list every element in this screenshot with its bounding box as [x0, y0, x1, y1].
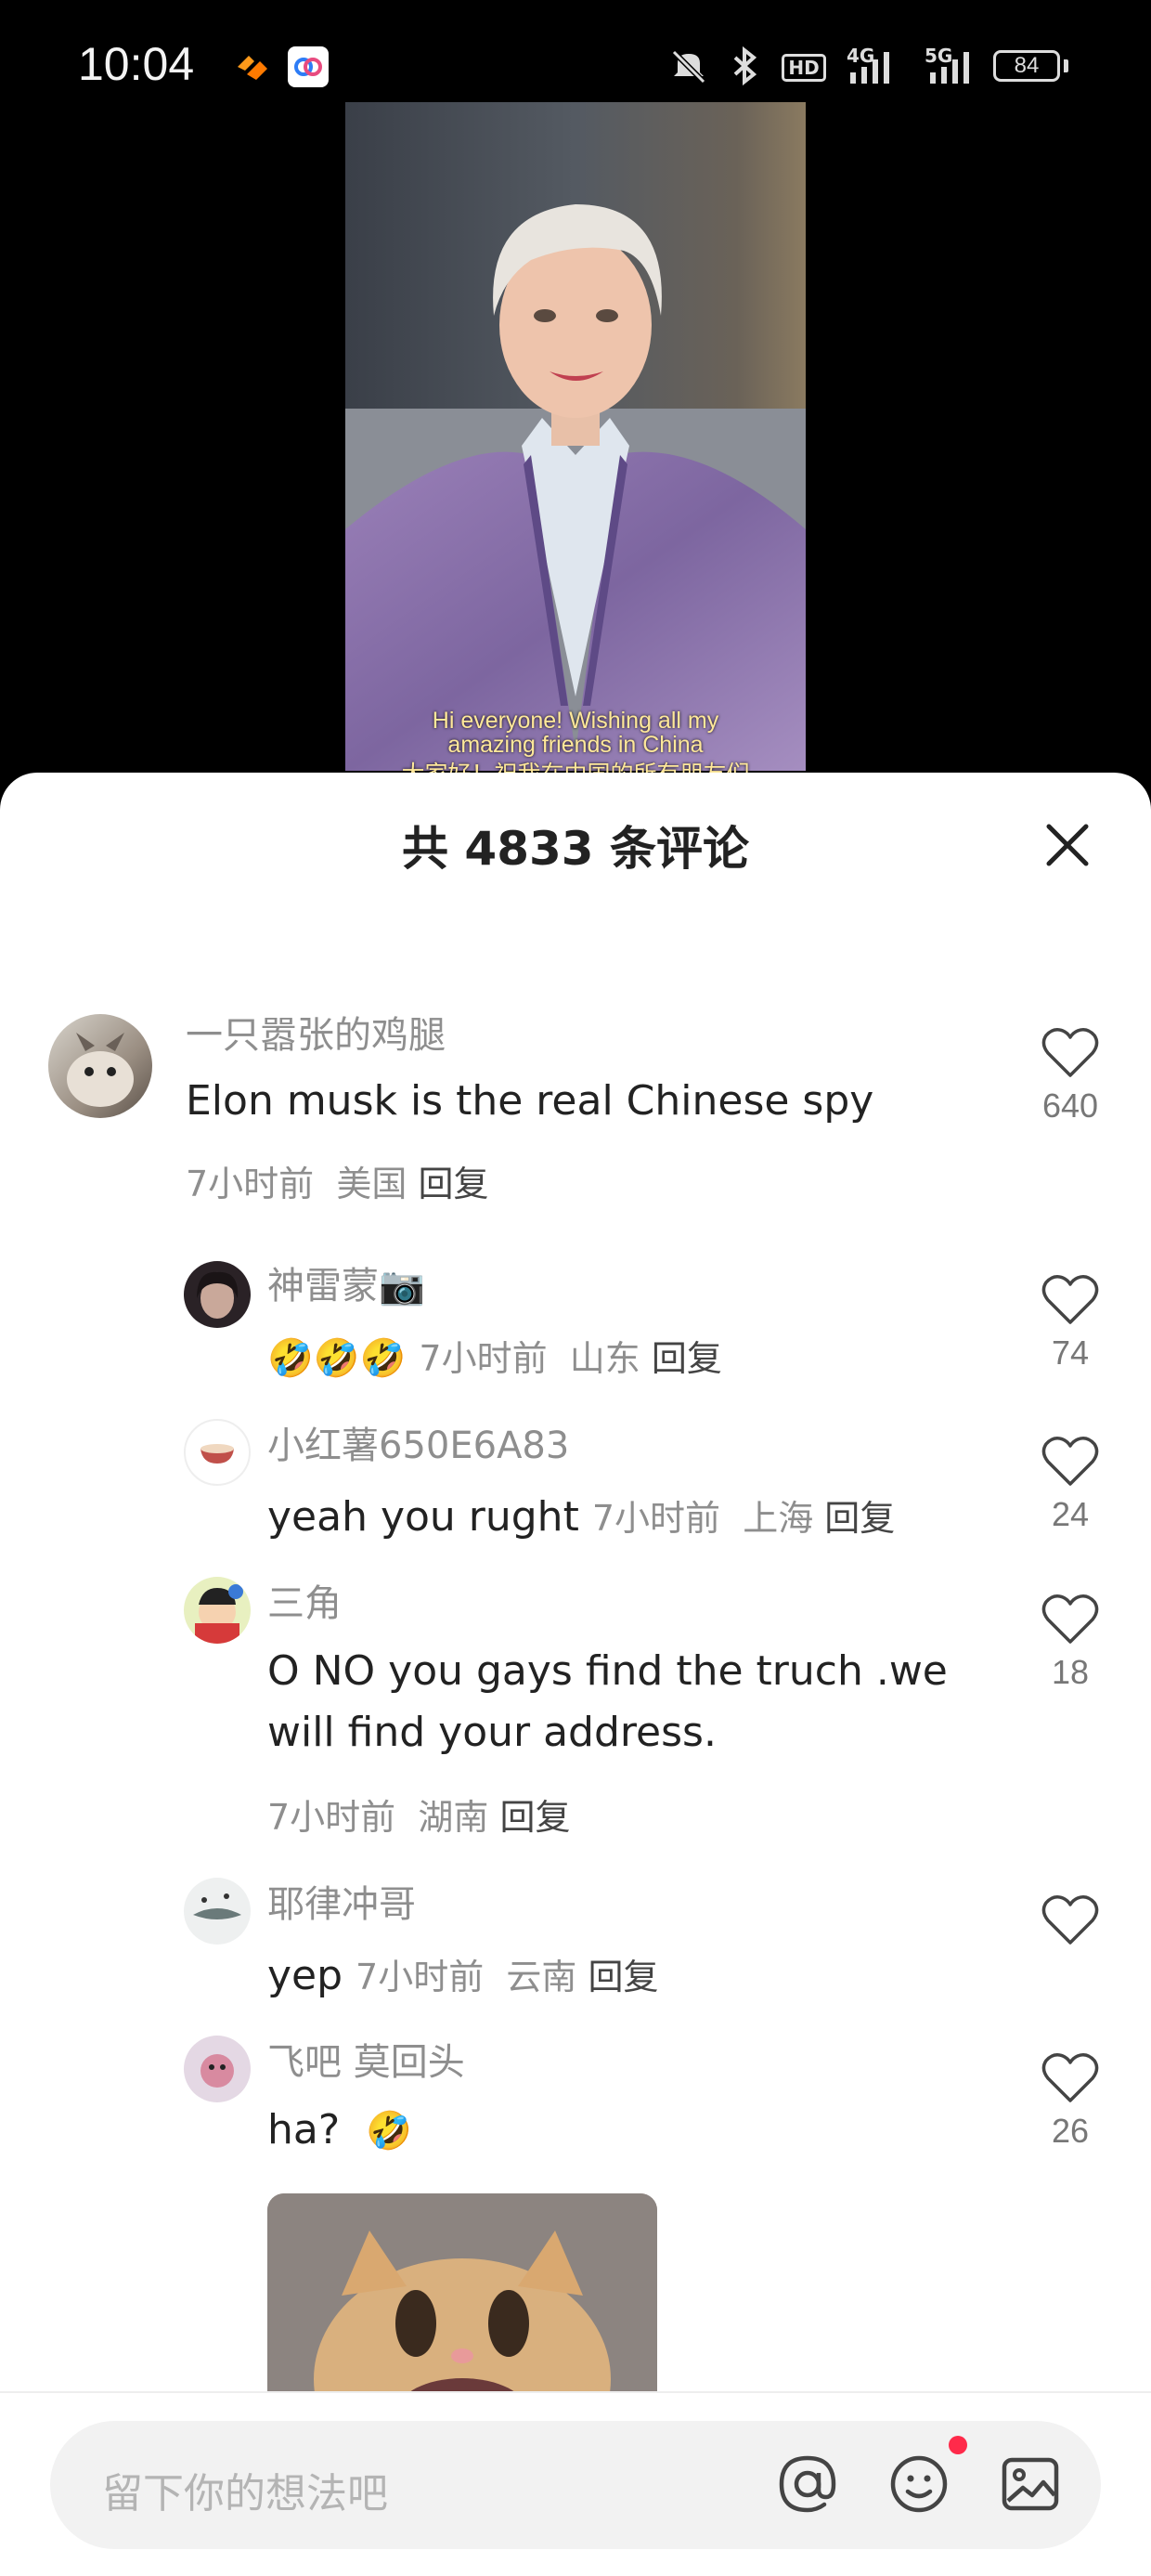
notification-dot — [949, 2436, 967, 2454]
like-count: 640 — [1041, 1086, 1099, 1125]
signal-icon-2 — [930, 52, 969, 84]
comment-input[interactable]: 留下你的想法吧 — [50, 2421, 1101, 2549]
like-count: 18 — [1051, 1653, 1090, 1691]
comment-input-placeholder: 留下你的想法吧 — [102, 2470, 388, 2517]
avatar[interactable] — [48, 1014, 152, 1118]
reply-item: 神雷蒙📷 🤣🤣🤣 7小时前 山东 回复 74 — [0, 1255, 1151, 1380]
comment-location: 美国 — [336, 1164, 407, 1204]
comment-time: 7小时前 — [356, 1957, 485, 1997]
comment-text-line1: O NO you gays find the truch .we — [267, 1647, 948, 1695]
comment-meta: 7小时前 湖南 回复 — [267, 1789, 570, 1840]
avatar[interactable] — [184, 1261, 251, 1328]
comment-username[interactable]: 三角 — [267, 1573, 342, 1627]
comment-time: 7小时前 — [267, 1797, 396, 1838]
comment-location: 云南 — [506, 1957, 577, 1997]
heart-icon — [1041, 1437, 1099, 1486]
like-button[interactable] — [1033, 1893, 1107, 1954]
bluetooth-icon — [733, 46, 757, 86]
reply-button[interactable]: 回复 — [824, 1498, 895, 1539]
comment-username[interactable]: 小红薯650E6A83 — [267, 1415, 569, 1469]
reply-item: 三角 O NO you gays find the truch .we will… — [0, 1573, 1151, 1838]
comment-image[interactable] — [267, 2193, 657, 2416]
like-button[interactable]: 74 — [1033, 1272, 1107, 1373]
video-subtitle-line2: amazing friends in China — [447, 732, 704, 758]
at-icon[interactable] — [774, 2451, 841, 2517]
avatar[interactable] — [184, 1577, 251, 1644]
comments-count-title: 共 4833 条评论 — [402, 822, 749, 876]
video-player[interactable] — [345, 102, 806, 771]
close-icon[interactable] — [1040, 817, 1095, 873]
like-count: 74 — [1051, 1334, 1090, 1372]
comment-input-bar: 留下你的想法吧 — [0, 2391, 1151, 2576]
video-frame — [345, 102, 806, 771]
heart-icon — [1041, 1594, 1099, 1644]
app-notification-icon-2 — [288, 46, 329, 87]
reply-item: 飞吧 莫回头 ha? 🤣 26 — [0, 2032, 1151, 2416]
comment-username[interactable]: 耶律冲哥 — [267, 1874, 416, 1928]
comment-text: 🤣🤣🤣 7小时前 山东 回复 — [267, 1330, 722, 1381]
comment-location: 湖南 — [418, 1797, 489, 1838]
like-count: 24 — [1051, 1495, 1090, 1533]
like-button[interactable]: 640 — [1033, 1025, 1107, 1125]
comment-time: 7小时前 — [419, 1338, 548, 1379]
heart-icon — [1041, 1895, 1099, 1945]
reply-button[interactable]: 回复 — [652, 1338, 722, 1379]
status-time: 10:04 — [78, 38, 195, 90]
comment-text-body: ha? — [267, 2106, 341, 2153]
mute-icon — [671, 49, 706, 85]
comment-username[interactable]: 一只嚣张的鸡腿 — [186, 1005, 446, 1059]
comment-text-body: yeah you rught — [267, 1493, 579, 1541]
like-button[interactable]: 18 — [1033, 1592, 1107, 1692]
heart-icon — [1041, 2053, 1099, 2102]
avatar[interactable] — [184, 1419, 251, 1486]
comment-item: 一只嚣张的鸡腿 Elon musk is the real Chinese sp… — [0, 1005, 1151, 1204]
reply-button[interactable]: 回复 — [499, 1797, 570, 1838]
comment-meta: 7小时前 美国 回复 — [186, 1155, 488, 1206]
battery-tip — [1064, 59, 1068, 72]
reply-button[interactable]: 回复 — [418, 1164, 488, 1204]
image-icon[interactable] — [997, 2451, 1064, 2517]
battery-indicator: 84 — [993, 50, 1060, 82]
avatar[interactable] — [184, 2036, 251, 2102]
hd-icon: HD — [782, 54, 826, 82]
emoji-icon[interactable] — [886, 2451, 952, 2517]
reply-button[interactable]: 回复 — [588, 1957, 659, 1997]
video-subtitle-line1: Hi everyone! Wishing all my — [432, 708, 719, 734]
comment-username[interactable]: 神雷蒙📷 — [267, 1255, 425, 1309]
heart-icon — [1041, 1028, 1099, 1077]
comment-text: ha? 🤣 — [267, 2106, 412, 2153]
comments-sheet: 共 4833 条评论 一只嚣张的鸡腿 Elon musk is the real… — [0, 773, 1151, 2574]
comment-text-body: yep — [267, 1952, 343, 1999]
laughing-emoji: 🤣🤣🤣 — [267, 1337, 407, 1380]
signal-icon — [850, 52, 889, 84]
like-count: 26 — [1051, 2112, 1090, 2150]
comment-text-line2: will find your address. — [267, 1709, 717, 1756]
laughing-emoji: 🤣 — [366, 2110, 412, 2153]
heart-icon — [1041, 1275, 1099, 1324]
avatar[interactable] — [184, 1878, 251, 1945]
comment-text: yeah you rught 7小时前 上海 回复 — [267, 1490, 895, 1541]
comment-location: 上海 — [743, 1498, 814, 1539]
comment-text: Elon musk is the real Chinese spy — [186, 1077, 874, 1125]
comment-location: 山东 — [569, 1338, 640, 1379]
reply-item: 小红薯650E6A83 yeah you rught 7小时前 上海 回复 24 — [0, 1415, 1151, 1541]
app-notification-icon — [238, 56, 267, 80]
comment-time: 7小时前 — [591, 1498, 721, 1539]
cat-meme-image — [267, 2193, 657, 2416]
like-button[interactable]: 24 — [1033, 1434, 1107, 1534]
comment-time: 7小时前 — [186, 1164, 315, 1204]
like-button[interactable]: 26 — [1033, 2050, 1107, 2151]
comment-username[interactable]: 飞吧 莫回头 — [267, 2032, 465, 2086]
reply-item: 耶律冲哥 yep 7小时前 云南 回复 — [0, 1874, 1151, 1999]
comment-text: yep 7小时前 云南 回复 — [267, 1948, 659, 1999]
